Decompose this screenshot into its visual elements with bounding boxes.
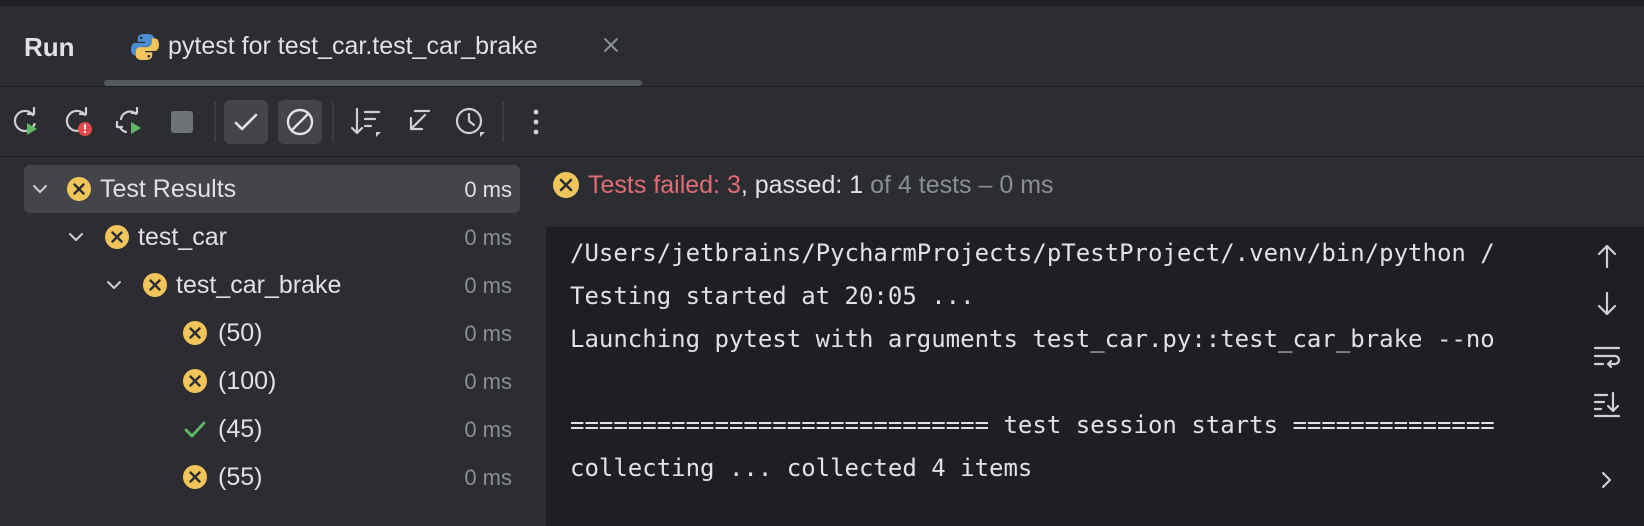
import-tests-button[interactable] <box>396 100 440 144</box>
tree-row-duration: 0 ms <box>464 369 512 394</box>
console-line: collecting ... collected 4 items <box>570 454 1033 482</box>
arrow-down-icon[interactable] <box>1592 289 1622 319</box>
test-failed-icon <box>183 321 207 345</box>
more-options-button[interactable] <box>514 100 558 144</box>
test-failed-icon <box>143 273 167 297</box>
toolbar-separator <box>214 102 216 142</box>
tree-row-duration: 0 ms <box>464 321 512 346</box>
tab-title: pytest for test_car.test_car_brake <box>168 32 538 60</box>
tree-row-duration: 0 ms <box>464 465 512 490</box>
chevron-down-icon[interactable] <box>104 275 124 295</box>
history-icon <box>455 107 485 137</box>
console-output[interactable]: /Users/jetbrains/PycharmProjects/pTestPr… <box>546 227 1568 526</box>
tree-row-label: Test Results <box>100 175 237 203</box>
test-summary-bar: Tests failed: 3, passed: 1 of 4 tests – … <box>546 157 1644 227</box>
sort-icon <box>350 107 381 137</box>
test-failed-icon <box>105 225 129 249</box>
tree-row-label: test_car <box>138 223 227 251</box>
soft-wrap-icon[interactable] <box>1592 341 1622 371</box>
tab-pytest-run[interactable]: pytest for test_car.test_car_brake <box>104 6 642 86</box>
ignored-icon <box>286 108 314 136</box>
rerun-failed-icon <box>65 106 92 136</box>
tree-row-label: (50) <box>218 319 263 347</box>
sort-button[interactable] <box>344 100 388 144</box>
more-vertical-icon <box>533 109 539 135</box>
tree-row-duration: 0 ms <box>464 417 512 442</box>
tree-row-test-car[interactable]: test_car 0 ms <box>24 213 520 261</box>
close-icon[interactable] <box>598 32 624 58</box>
show-ignored-toggle[interactable] <box>278 100 322 144</box>
rerun-button[interactable] <box>4 100 48 144</box>
check-icon <box>234 113 258 131</box>
test-failed-icon <box>183 369 207 393</box>
test-failed-icon <box>67 177 91 201</box>
tree-row-param-100[interactable]: (100) 0 ms <box>24 357 520 405</box>
tree-row-label: test_car_brake <box>176 271 342 299</box>
tree-row-label: (100) <box>218 367 277 395</box>
passed-count: , passed: 1 <box>740 171 864 199</box>
test-failed-icon <box>553 172 579 198</box>
tree-row-param-55[interactable]: (55) 0 ms <box>24 453 520 501</box>
toolbar-separator <box>332 102 334 142</box>
stop-button[interactable] <box>160 100 204 144</box>
rerun-failed-button[interactable] <box>56 100 100 144</box>
console-side-toolbar <box>1568 227 1644 526</box>
console-line: ============================= test sessi… <box>570 411 1495 439</box>
show-passed-toggle[interactable] <box>224 100 268 144</box>
tree-row-label: (55) <box>218 463 263 491</box>
arrow-up-icon[interactable] <box>1592 241 1622 271</box>
tree-row-duration: 0 ms <box>464 177 512 202</box>
scroll-to-end-icon[interactable] <box>1592 389 1622 419</box>
console-line: /Users/jetbrains/PycharmProjects/pTestPr… <box>570 239 1495 267</box>
console-line: Testing started at 20:05 ... <box>570 282 975 310</box>
python-icon <box>131 34 159 60</box>
run-tool-window-title: Run <box>24 32 75 62</box>
tool-window-header: Run pytest for test_car.test_car_brake <box>0 6 1644 87</box>
tree-row-test-results[interactable]: Test Results 0 ms <box>24 165 520 213</box>
stop-icon <box>171 111 193 133</box>
test-history-button[interactable] <box>448 100 492 144</box>
rerun-icon <box>13 106 37 135</box>
tree-row-duration: 0 ms <box>464 225 512 250</box>
tree-row-param-50[interactable]: (50) 0 ms <box>24 309 520 357</box>
toggle-auto-test-button[interactable] <box>108 100 152 144</box>
tree-row-test-car-brake[interactable]: test_car_brake 0 ms <box>24 261 520 309</box>
tree-row-param-45[interactable]: (45) 0 ms <box>24 405 520 453</box>
failed-count: Tests failed: 3 <box>588 171 741 199</box>
total-summary: of 4 tests – 0 ms <box>863 171 1054 199</box>
chevron-down-icon[interactable] <box>30 179 50 199</box>
import-icon <box>409 109 431 131</box>
chevron-down-icon[interactable] <box>66 227 86 247</box>
tree-row-label: (45) <box>218 415 263 443</box>
test-output-pane: Tests failed: 3, passed: 1 of 4 tests – … <box>546 157 1644 526</box>
toolbar-separator <box>502 102 504 142</box>
console-line: Launching pytest with arguments test_car… <box>570 325 1495 353</box>
test-summary-text: Tests failed: 3, passed: 1 of 4 tests – … <box>588 171 1054 200</box>
test-results-tree: Test Results 0 ms test_car 0 ms test_car… <box>0 157 544 526</box>
auto-test-icon <box>115 106 141 134</box>
active-tab-indicator <box>104 80 642 86</box>
run-toolbar <box>0 88 1644 157</box>
tree-row-duration: 0 ms <box>464 273 512 298</box>
chevron-right-icon[interactable] <box>1592 465 1622 495</box>
test-passed-icon <box>184 421 206 438</box>
test-failed-icon <box>183 465 207 489</box>
